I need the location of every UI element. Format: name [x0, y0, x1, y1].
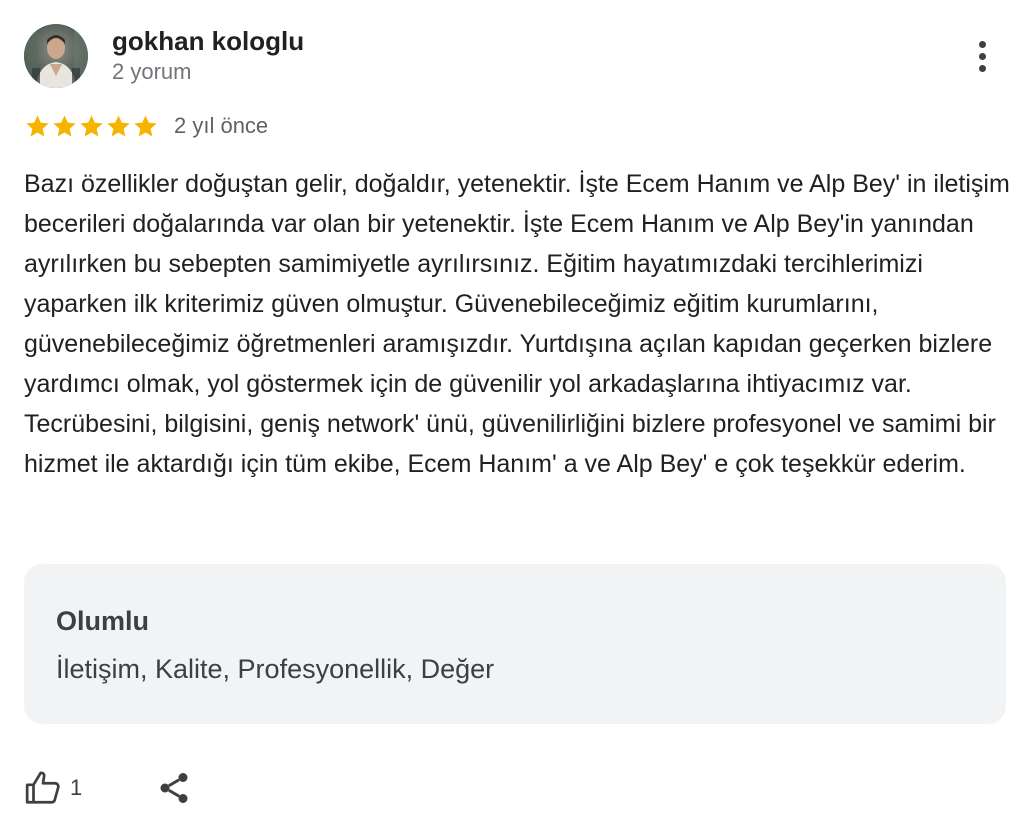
like-button[interactable]: 1	[24, 766, 82, 810]
author-review-count: 2 yorum	[112, 59, 192, 84]
more-vert-icon-dot	[978, 64, 986, 72]
review-date: 2 yıl önce	[174, 113, 269, 138]
star-icon	[80, 114, 103, 137]
more-options-button[interactable]	[960, 34, 1004, 78]
star-icon	[107, 114, 130, 137]
star-icon	[134, 114, 157, 137]
share-button[interactable]	[152, 766, 196, 810]
thumb-up-icon	[25, 771, 60, 804]
like-count: 1	[70, 775, 83, 800]
review-text: Bazı özellikler doğuştan gelir, doğaldır…	[24, 170, 1010, 478]
more-vert-icon-dot	[978, 52, 986, 60]
star-icon	[53, 114, 76, 137]
avatar-photo	[24, 24, 88, 88]
avatar[interactable]	[24, 24, 88, 88]
star-icon	[26, 114, 49, 137]
review-attributes: Olumlu İletişim, Kalite, Profesyonellik,…	[24, 564, 1006, 724]
author-name[interactable]: gokhan kologlu	[112, 24, 304, 58]
attributes-title: Olumlu	[56, 606, 149, 636]
more-vert-icon-dot	[978, 40, 986, 48]
attributes-values: İletişim, Kalite, Profesyonellik, Değer	[56, 654, 495, 684]
share-icon	[160, 773, 188, 803]
rating-row: 2 yıl önce	[24, 110, 268, 142]
star-rating	[24, 113, 159, 140]
